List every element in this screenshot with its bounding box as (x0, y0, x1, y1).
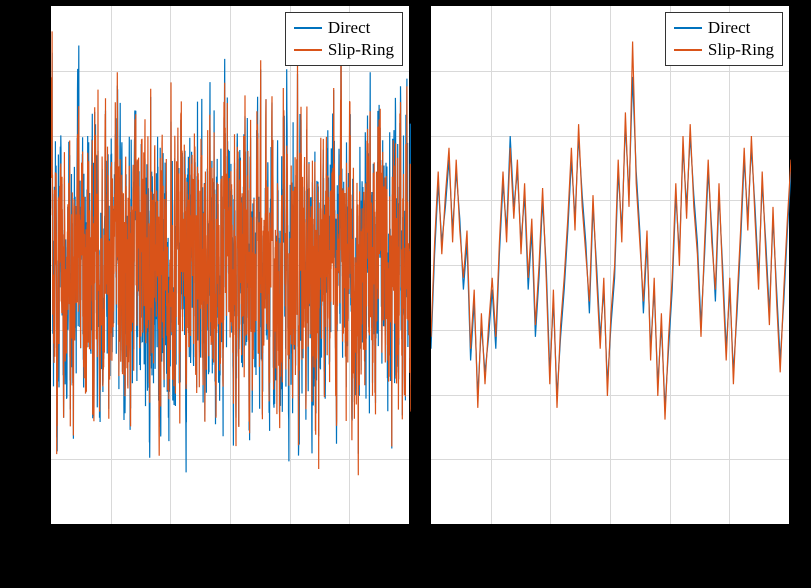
legend-label-direct: Direct (328, 17, 370, 39)
chart-left: Direct Slip-Ring (50, 5, 410, 525)
plot-area-right: Direct Slip-Ring (430, 5, 790, 525)
legend-label-direct: Direct (708, 17, 750, 39)
legend-swatch-direct (294, 27, 322, 30)
series-canvas-left (51, 6, 411, 526)
legend-swatch-slipring (674, 49, 702, 52)
legend-item-direct: Direct (294, 17, 394, 39)
plot-area-left: Direct Slip-Ring (50, 5, 410, 525)
legend-right: Direct Slip-Ring (665, 12, 783, 66)
legend-label-slipring: Slip-Ring (328, 39, 394, 61)
series-canvas-right (431, 6, 791, 526)
legend-swatch-slipring (294, 49, 322, 52)
legend-label-slipring: Slip-Ring (708, 39, 774, 61)
legend-swatch-direct (674, 27, 702, 30)
charts-row: Direct Slip-Ring (50, 5, 790, 525)
legend-item-direct: Direct (674, 17, 774, 39)
legend-left: Direct Slip-Ring (285, 12, 403, 66)
legend-item-slipring: Slip-Ring (674, 39, 774, 61)
legend-item-slipring: Slip-Ring (294, 39, 394, 61)
chart-right: Direct Slip-Ring (430, 5, 790, 525)
